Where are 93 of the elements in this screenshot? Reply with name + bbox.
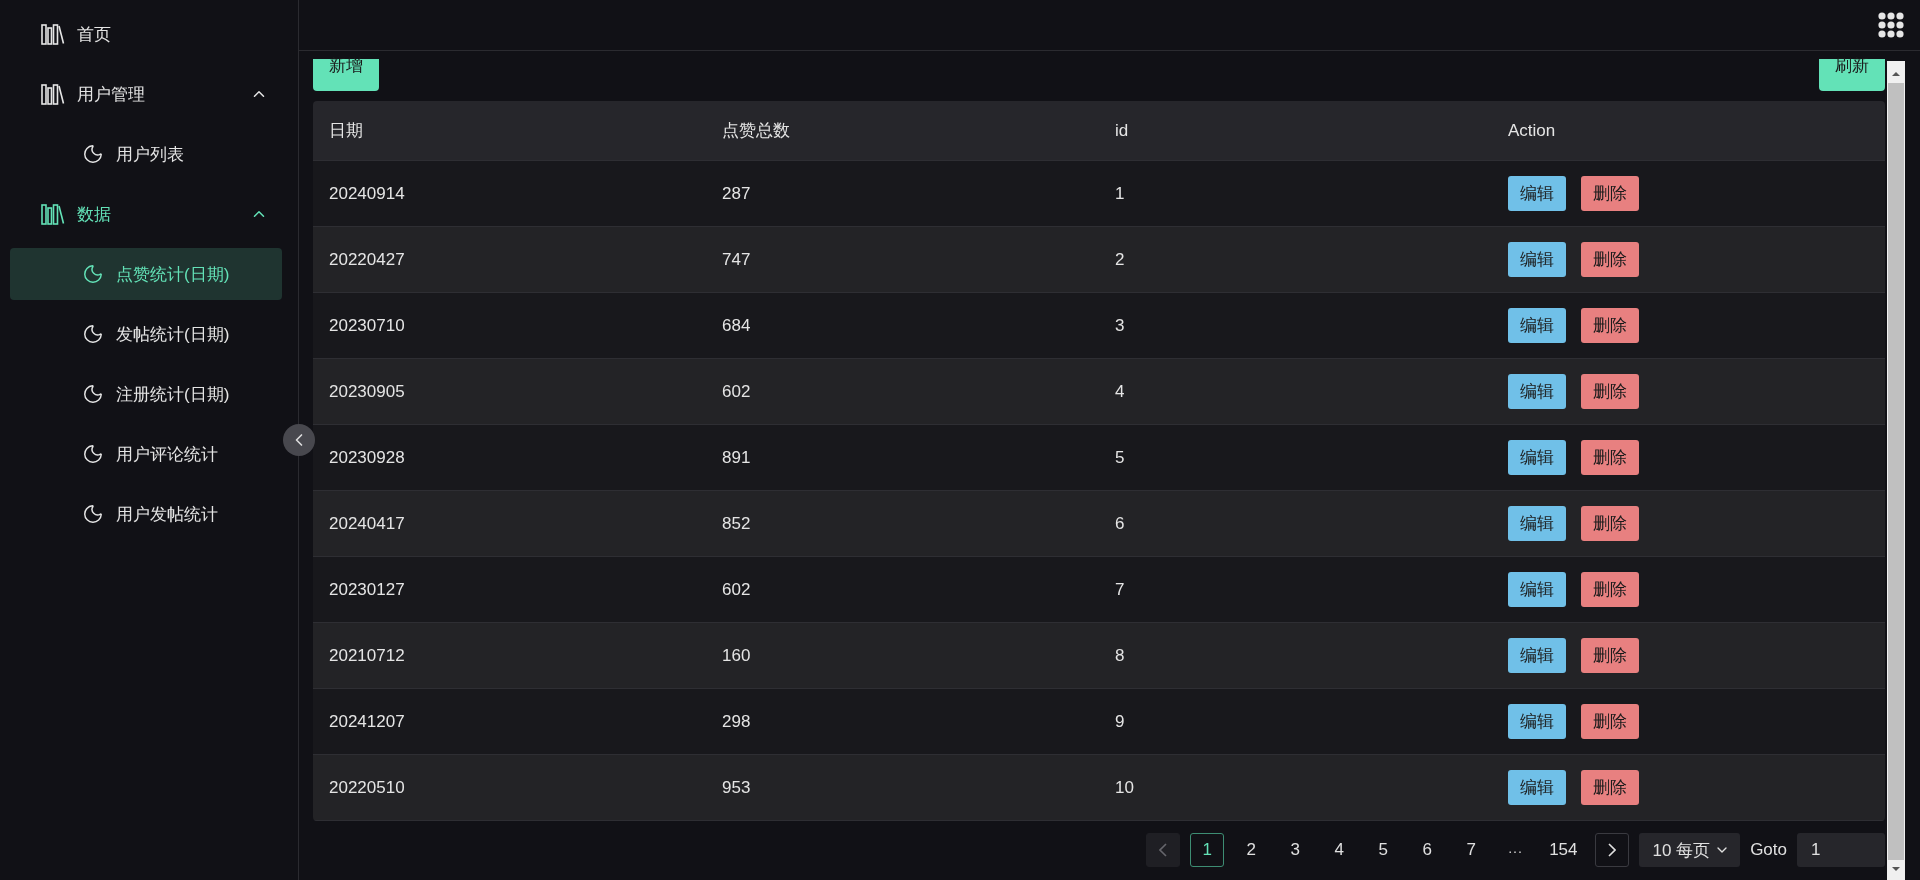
delete-button[interactable]: 删除 xyxy=(1581,440,1639,475)
table-cell-text: 3 xyxy=(1114,315,1126,336)
page-size-select[interactable]: 10 每页 xyxy=(1638,833,1741,867)
edit-button[interactable]: 编辑 xyxy=(1508,308,1566,343)
table-cell-text: 602 xyxy=(721,579,752,600)
table-cell-text: 20220427 xyxy=(328,249,406,270)
table-cell-text: 160 xyxy=(721,645,752,666)
delete-button[interactable]: 删除 xyxy=(1581,506,1639,541)
page-button[interactable]: 2 xyxy=(1234,833,1269,867)
page-button[interactable]: 5 xyxy=(1366,833,1401,867)
next-page-button[interactable] xyxy=(1594,833,1629,867)
sidebar-item[interactable]: 用户列表 xyxy=(10,128,282,180)
goto-input[interactable]: 1 xyxy=(1797,833,1885,867)
table-cell-text: 891 xyxy=(721,447,752,468)
column-header: Action xyxy=(1507,120,1557,141)
edit-button[interactable]: 编辑 xyxy=(1508,506,1566,541)
edit-button[interactable]: 编辑 xyxy=(1508,638,1566,673)
delete-button[interactable]: 删除 xyxy=(1581,176,1639,211)
table-cell-text: 953 xyxy=(721,777,752,798)
books-icon xyxy=(41,23,65,45)
page-button[interactable]: 7 xyxy=(1454,833,1489,867)
table-cell-text: 10 xyxy=(1114,777,1135,798)
goto-label: Goto xyxy=(1750,840,1787,860)
edit-button[interactable]: 编辑 xyxy=(1508,704,1566,739)
page-button[interactable]: 3 xyxy=(1278,833,1313,867)
table-cell-text: 20240914 xyxy=(328,183,406,204)
sidebar-item[interactable]: 注册统计(日期) xyxy=(10,368,282,420)
delete-button[interactable]: 删除 xyxy=(1581,242,1639,277)
table-cell-text: 5 xyxy=(1114,447,1126,468)
table-cell-text: 20210712 xyxy=(328,645,406,666)
moon-icon xyxy=(82,143,104,165)
page-button[interactable]: 154 xyxy=(1542,833,1585,867)
page-button[interactable]: 4 xyxy=(1322,833,1357,867)
table-cell-text: 6 xyxy=(1114,513,1126,534)
table-cell-text: 20220510 xyxy=(328,777,406,798)
moon-icon xyxy=(82,323,104,345)
delete-button[interactable]: 删除 xyxy=(1581,308,1639,343)
table-cell-text: 298 xyxy=(721,711,752,732)
books-icon xyxy=(41,83,65,105)
sidebar-item[interactable]: 用户评论统计 xyxy=(10,428,282,480)
edit-button[interactable]: 编辑 xyxy=(1508,176,1566,211)
refresh-button[interactable]: 刷新 xyxy=(1819,59,1885,91)
table-cell-text: 2 xyxy=(1114,249,1126,270)
table-cell-text: 20241207 xyxy=(328,711,406,732)
sidebar-item[interactable]: 数据 xyxy=(10,188,282,240)
sidebar-item[interactable]: 用户管理 xyxy=(10,68,282,120)
moon-icon xyxy=(82,383,104,405)
sidebar-item[interactable]: 用户发帖统计 xyxy=(10,488,282,540)
table-cell-text: 602 xyxy=(721,381,752,402)
delete-button[interactable]: 删除 xyxy=(1581,638,1639,673)
scrollbar[interactable] xyxy=(1887,61,1905,880)
delete-button[interactable]: 删除 xyxy=(1581,572,1639,607)
edit-button[interactable]: 编辑 xyxy=(1508,242,1566,277)
sidebar-item[interactable]: 首页 xyxy=(10,8,282,60)
scroll-up-arrow-icon[interactable] xyxy=(1891,69,1901,79)
ellipsis[interactable]: ··· xyxy=(1498,841,1533,859)
sidebar-item[interactable]: 点赞统计(日期) xyxy=(10,248,282,300)
table-cell-text: 9 xyxy=(1114,711,1126,732)
page-button[interactable]: 6 xyxy=(1410,833,1445,867)
moon-icon xyxy=(82,503,104,525)
sidebar-item[interactable]: 发帖统计(日期) xyxy=(10,308,282,360)
page-button[interactable]: 1 xyxy=(1190,833,1225,867)
table-cell-text: 1 xyxy=(1114,183,1126,204)
table-cell-text: 684 xyxy=(721,315,752,336)
table-cell-text: 20230710 xyxy=(328,315,406,336)
add-button[interactable]: 新增 xyxy=(313,59,379,91)
table-cell-text: 287 xyxy=(721,183,752,204)
table-cell-text: 8 xyxy=(1114,645,1126,666)
scroll-down-arrow-icon[interactable] xyxy=(1891,864,1901,874)
delete-button[interactable]: 删除 xyxy=(1581,770,1639,805)
edit-button[interactable]: 编辑 xyxy=(1508,572,1566,607)
table-cell-text: 20240417 xyxy=(328,513,406,534)
edit-button[interactable]: 编辑 xyxy=(1508,440,1566,475)
table-cell-text: 7 xyxy=(1114,579,1126,600)
table-cell-text: 20230905 xyxy=(328,381,406,402)
delete-button[interactable]: 删除 xyxy=(1581,374,1639,409)
table-cell-text: 747 xyxy=(721,249,752,270)
table-cell-text: 20230127 xyxy=(328,579,406,600)
moon-icon xyxy=(82,263,104,285)
edit-button[interactable]: 编辑 xyxy=(1508,770,1566,805)
app-grid-icon[interactable] xyxy=(1878,12,1904,38)
column-header: 日期 xyxy=(328,120,364,142)
table-cell-text: 852 xyxy=(721,513,752,534)
chevron-left-icon xyxy=(1159,843,1168,857)
edit-button[interactable]: 编辑 xyxy=(1508,374,1566,409)
column-header: id xyxy=(1114,120,1130,141)
table-cell-text: 4 xyxy=(1114,381,1126,402)
table-cell-text: 20230928 xyxy=(328,447,406,468)
delete-button[interactable]: 删除 xyxy=(1581,704,1639,739)
books-icon xyxy=(41,203,65,225)
chevron-right-icon xyxy=(1607,843,1616,857)
moon-icon xyxy=(82,443,104,465)
column-header: 点赞总数 xyxy=(721,120,791,142)
